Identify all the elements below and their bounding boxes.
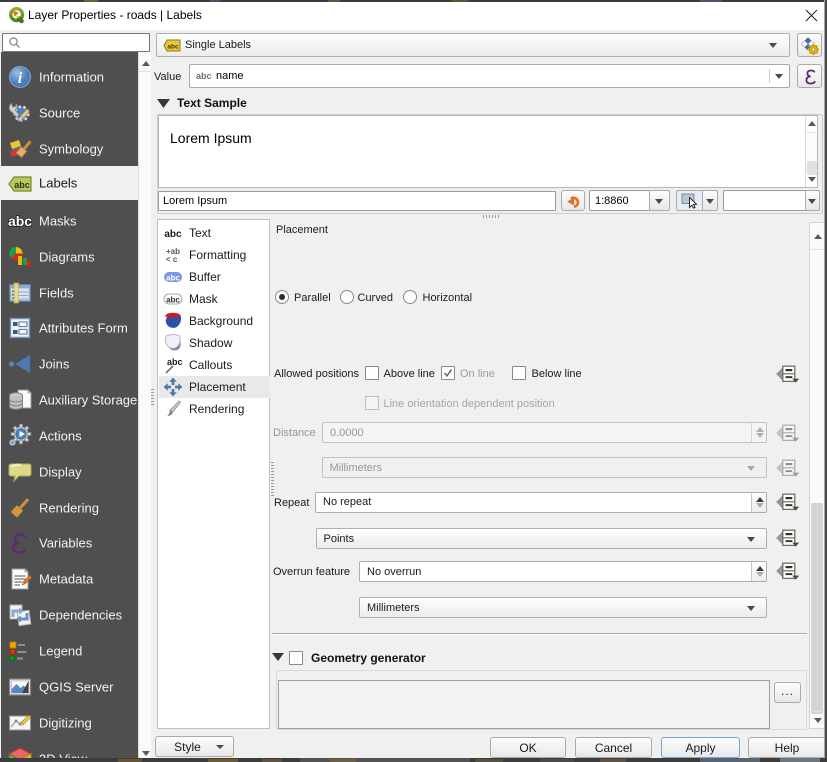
svg-text:abc: abc [167,44,179,51]
svg-text:< c: < c [166,255,178,264]
svg-text:abc: abc [14,180,30,190]
svg-text:abc: abc [164,229,182,240]
svg-text:abc: abc [166,274,180,283]
svg-text:i: i [18,70,23,87]
svg-text:abc: abc [166,296,180,305]
svg-text:abc: abc [167,357,183,367]
svg-text:abc: abc [8,213,32,229]
